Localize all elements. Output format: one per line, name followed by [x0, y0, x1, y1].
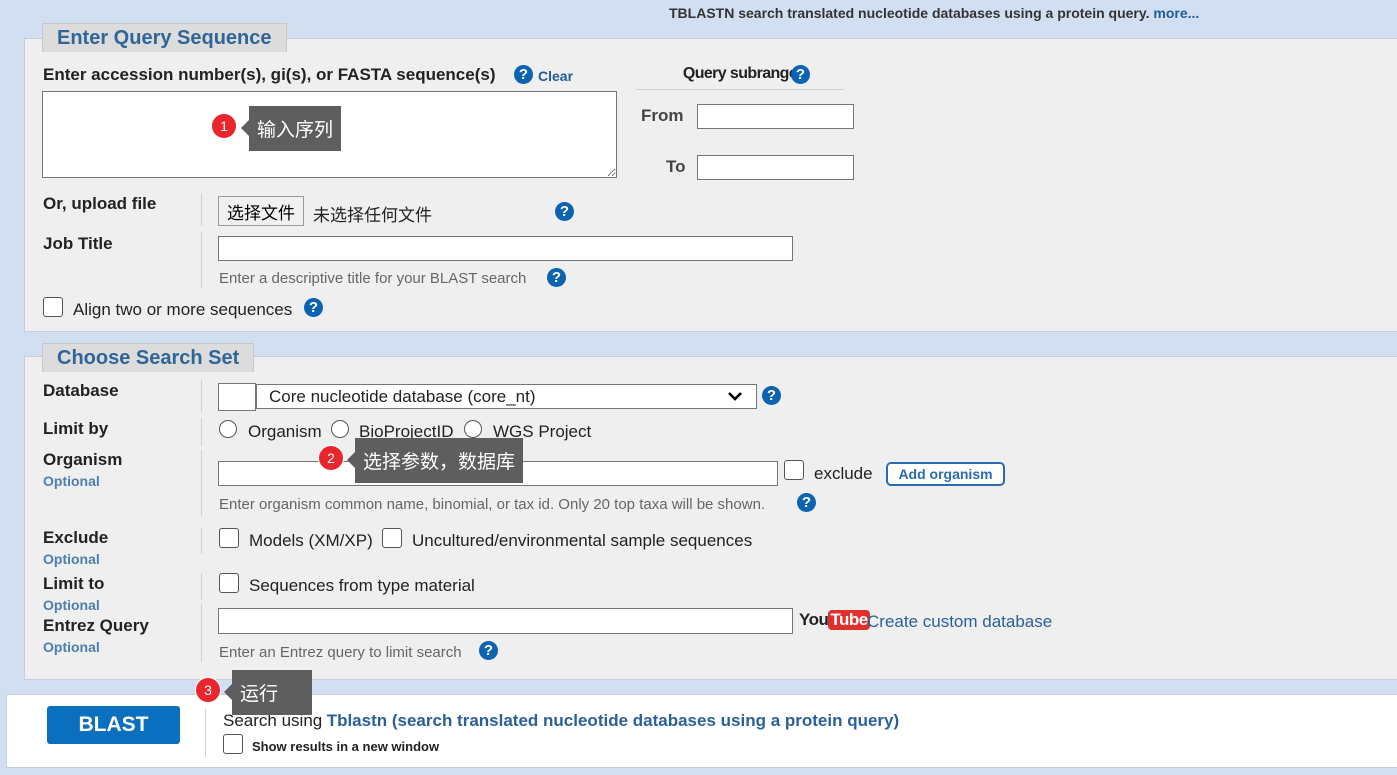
search-using-text: Search using Tblastn (search translated …	[223, 711, 899, 731]
exclude-separator	[201, 528, 202, 554]
limit-to-optional: Optional	[43, 597, 100, 613]
uncultured-checkbox[interactable]	[382, 528, 402, 548]
entrez-query-label: Entrez Query	[43, 616, 149, 635]
entrez-hint: Enter an Entrez query to limit search	[219, 644, 462, 661]
program-link[interactable]: Tblastn (search translated nucleotide da…	[327, 711, 899, 730]
query-sequence-label-text: Enter accession number(s), gi(s), or FAS…	[43, 65, 496, 84]
to-input[interactable]	[697, 155, 854, 180]
program-description: TBLASTN search translated nucleotide dat…	[669, 5, 1199, 21]
annotation-badge-3: 3	[195, 677, 221, 703]
limit-to-separator	[201, 573, 202, 600]
organism-help-icon[interactable]: ?	[797, 493, 816, 512]
models-label: Models (XM/XP)	[249, 531, 373, 550]
from-label: From	[641, 106, 684, 125]
create-custom-database-link[interactable]: Create custom database	[867, 612, 1052, 632]
youtube-tube: Tube	[828, 610, 870, 630]
file-status-text: 未选择任何文件	[313, 206, 432, 226]
job-title-hint: Enter a descriptive title for your BLAST…	[219, 270, 527, 287]
new-window-checkbox[interactable]	[223, 734, 243, 754]
annotation-tooltip-3: 运行	[223, 670, 313, 715]
chevron-down-icon	[728, 392, 742, 401]
annotation-tooltip-2: 选择参数，数据库	[346, 438, 524, 483]
database-prefix-box[interactable]	[218, 383, 256, 411]
entrez-help-icon[interactable]: ?	[479, 641, 498, 660]
new-window-label: Show results in a new window	[252, 739, 440, 754]
limit-wgs-radio[interactable]	[464, 420, 482, 438]
annotation-badge-1: 1	[211, 113, 237, 139]
job-title-help-icon[interactable]: ?	[547, 268, 566, 287]
database-select[interactable]: Core nucleotide database (core_nt)	[256, 384, 757, 409]
subrange-help-icon[interactable]: ?	[791, 65, 810, 84]
add-organism-button[interactable]: Add organism	[886, 462, 1005, 486]
organism-label: Organism	[43, 450, 123, 469]
entrez-optional: Optional	[43, 639, 100, 655]
database-label: Database	[43, 381, 119, 400]
blast-button[interactable]: BLAST	[47, 706, 180, 744]
choose-file-button[interactable]: 选择文件	[218, 196, 304, 226]
type-material-checkbox[interactable]	[219, 573, 239, 593]
job-title-separator	[201, 232, 202, 288]
uncultured-label: Uncultured/environmental sample sequence…	[412, 531, 753, 550]
limit-organism-radio[interactable]	[219, 420, 237, 438]
query-subrange-title-text: Query subrange	[682, 65, 798, 82]
blast-bar	[6, 694, 1397, 768]
upload-separator	[201, 193, 202, 226]
query-sequence-label: Enter accession number(s), gi(s), or FAS…	[43, 65, 496, 85]
exclude-optional: Optional	[43, 551, 100, 567]
limit-organism-label: Organism	[248, 422, 322, 441]
align-two-checkbox[interactable]	[43, 297, 63, 317]
file-chooser[interactable]: 选择文件 未选择任何文件	[218, 196, 553, 226]
annotation-tooltip-1: 输入序列	[240, 106, 342, 151]
database-help-icon[interactable]: ?	[762, 386, 781, 405]
query-help-icon[interactable]: ?	[514, 65, 533, 84]
upload-help-icon[interactable]: ?	[555, 202, 574, 221]
more-link[interactable]: more...	[1153, 5, 1199, 21]
limit-bioproject-radio[interactable]	[331, 420, 349, 438]
align-two-label: Align two or more sequences	[73, 300, 293, 319]
limit-by-label: Limit by	[43, 419, 109, 438]
align-help-icon[interactable]: ?	[304, 298, 323, 317]
entrez-separator	[201, 604, 202, 662]
search-set-legend: Choose Search Set	[42, 343, 255, 372]
job-title-label: Job Title	[43, 234, 113, 253]
exclude-organism-checkbox[interactable]	[784, 460, 804, 480]
annotation-badge-2: 2	[318, 445, 344, 471]
program-description-text: TBLASTN search translated nucleotide dat…	[669, 5, 1150, 21]
organism-hint: Enter organism common name, binomial, or…	[219, 496, 766, 513]
exclude-label: Exclude	[43, 528, 109, 547]
database-select-value: Core nucleotide database (core_nt)	[269, 387, 536, 406]
database-separator	[201, 380, 202, 412]
youtube-icon[interactable]: You Tube	[799, 610, 870, 632]
exclude-organism-label: exclude	[814, 464, 873, 483]
models-checkbox[interactable]	[219, 528, 239, 548]
query-subrange-title: Query subrange	[636, 65, 844, 90]
job-title-input[interactable]	[218, 236, 793, 261]
organism-separator	[201, 450, 202, 516]
type-material-label: Sequences from type material	[249, 576, 475, 595]
from-input[interactable]	[697, 104, 854, 129]
youtube-you: You	[799, 610, 829, 629]
organism-optional: Optional	[43, 473, 100, 489]
query-legend: Enter Query Sequence	[42, 23, 287, 52]
limit-by-separator	[201, 418, 202, 446]
upload-file-label: Or, upload file	[43, 194, 157, 213]
entrez-query-input[interactable]	[218, 608, 793, 634]
clear-link[interactable]: Clear	[538, 68, 573, 84]
limit-to-label: Limit to	[43, 574, 105, 593]
blast-separator	[205, 709, 206, 757]
to-label: To	[666, 157, 686, 176]
